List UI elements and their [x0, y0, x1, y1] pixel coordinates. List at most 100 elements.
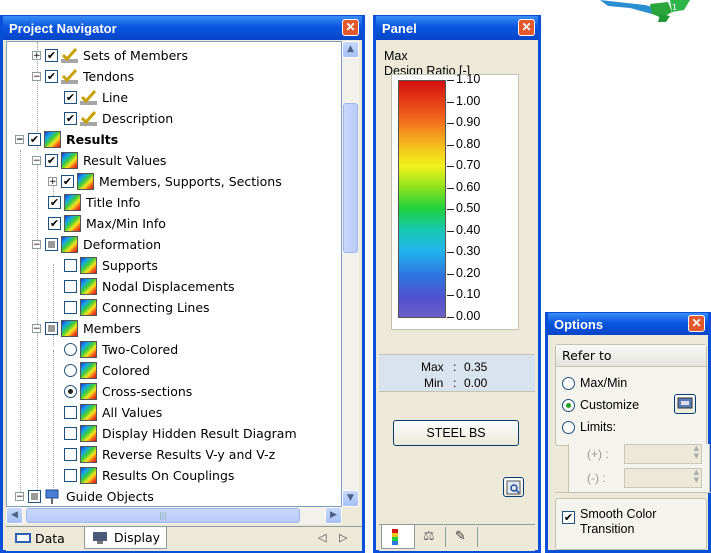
checkbox-partial[interactable]	[28, 490, 41, 503]
tree-item-two-colored[interactable]: Two-Colored	[64, 339, 178, 360]
tree-item-description[interactable]: ✔ Description	[64, 108, 173, 129]
checkbox[interactable]	[64, 280, 77, 293]
navigator-close-icon[interactable]: ✕	[342, 19, 359, 36]
tree-item-connecting-lines[interactable]: Connecting Lines	[64, 297, 210, 318]
navigator-horizontal-scrollbar[interactable]: ◀ ||| ▶	[6, 507, 342, 524]
checkbox[interactable]: ✔	[45, 154, 58, 167]
checkbox[interactable]	[64, 301, 77, 314]
tree-item-cross-sections[interactable]: Cross-sections	[64, 381, 192, 402]
scale-tick	[447, 317, 454, 318]
limits-area: (+) : ▲ ▼ (-) : ▲ ▼	[568, 444, 710, 492]
results-icon	[80, 341, 97, 358]
collapse-icon[interactable]: −	[15, 492, 24, 502]
radio-button-selected[interactable]	[64, 385, 77, 398]
customize-settings-icon[interactable]	[674, 394, 696, 414]
results-icon	[44, 131, 61, 148]
options-close-icon[interactable]: ✕	[688, 315, 705, 332]
tree-item-results-on-couplings[interactable]: Results On Couplings	[64, 465, 234, 486]
scroll-right-icon[interactable]: ▶	[325, 507, 342, 524]
radio-button[interactable]	[64, 343, 77, 356]
color-scale-bar	[398, 80, 446, 318]
radio-customize[interactable]: Customize	[562, 398, 639, 412]
member-checkmark-icon	[80, 110, 97, 126]
tree-item-deformation[interactable]: − Deformation	[32, 234, 161, 255]
checkbox[interactable]	[64, 469, 77, 482]
scroll-down-icon[interactable]: ▼	[342, 490, 359, 507]
scale-label: 0.80	[456, 136, 481, 151]
scroll-up-icon[interactable]: ▲	[342, 41, 359, 58]
collapse-icon[interactable]: −	[32, 240, 41, 250]
collapse-icon[interactable]: −	[32, 324, 41, 334]
expand-icon[interactable]: +	[32, 51, 41, 61]
scale-label: 0.40	[456, 222, 481, 237]
radio-maxmin[interactable]: Max/Min	[562, 376, 627, 390]
smooth-color-checkbox[interactable]: ✔	[562, 511, 575, 524]
checkbox[interactable]: ✔	[48, 217, 61, 230]
refer-to-header: Refer to	[556, 345, 706, 367]
tree-item-reverse-results[interactable]: Reverse Results V-y and V-z	[64, 444, 275, 465]
tree-item-members[interactable]: − Members	[32, 318, 141, 339]
scroll-left-icon[interactable]: ◀	[6, 507, 23, 524]
checkbox-partial[interactable]	[45, 322, 58, 335]
checkbox[interactable]	[64, 259, 77, 272]
tree-item-guide-objects[interactable]: − Guide Objects	[15, 486, 154, 506]
results-icon	[80, 446, 97, 463]
checkbox[interactable]: ✔	[45, 49, 58, 62]
checkbox[interactable]: ✔	[48, 196, 61, 209]
checkbox[interactable]	[64, 406, 77, 419]
scale-label: 1.00	[456, 93, 481, 108]
tree-item-nodal-displacements[interactable]: Nodal Displacements	[64, 276, 234, 297]
tree-item-colored[interactable]: Colored	[64, 360, 150, 381]
limit-plus-spinner[interactable]: ▲ ▼	[624, 444, 702, 464]
checkbox[interactable]: ✔	[61, 175, 74, 188]
expand-icon[interactable]: +	[48, 177, 57, 187]
options-titlebar[interactable]: Options ✕	[548, 313, 708, 335]
navigator-titlebar[interactable]: Project Navigator ✕	[3, 16, 362, 40]
limit-minus-spinner[interactable]: ▲ ▼	[624, 468, 702, 488]
checkbox[interactable]: ✔	[45, 70, 58, 83]
tree-item-result-values[interactable]: − ✔ Result Values	[32, 150, 166, 171]
tree-item-results[interactable]: − ✔ Results	[15, 129, 118, 150]
panel-close-icon[interactable]: ✕	[518, 19, 535, 36]
tree-item-all-values[interactable]: All Values	[64, 402, 162, 423]
radio-button-selected[interactable]	[562, 398, 575, 412]
results-icon	[77, 173, 94, 190]
panel-tab-balance-icon[interactable]: ⚖	[423, 529, 435, 544]
checkbox[interactable]	[64, 427, 77, 440]
tree-item-members-supports-sections[interactable]: + ✔ Members, Supports, Sections	[48, 171, 282, 192]
checkbox[interactable]	[64, 448, 77, 461]
tree-item-maxmin-info[interactable]: ✔ Max/Min Info	[48, 213, 166, 234]
collapse-icon[interactable]: −	[15, 135, 24, 145]
tree-item-display-hidden-result-diagram[interactable]: Display Hidden Result Diagram	[64, 423, 297, 444]
collapse-icon[interactable]: −	[32, 72, 41, 82]
tab-left-arrow-icon[interactable]: ◁	[318, 531, 326, 544]
steel-bs-button[interactable]: STEEL BS	[393, 420, 519, 446]
tab-display[interactable]: Display	[84, 527, 168, 549]
panel-tab-pen-icon[interactable]: ✎	[455, 529, 466, 544]
tree-item-supports[interactable]: Supports	[64, 255, 158, 276]
smooth-color-label[interactable]: Smooth Color Transition	[580, 507, 656, 537]
radio-limits[interactable]: Limits:	[562, 420, 616, 434]
checkbox[interactable]: ✔	[64, 112, 77, 125]
radio-button[interactable]	[562, 376, 575, 390]
scroll-thumb[interactable]	[343, 103, 358, 253]
zoom-icon[interactable]	[503, 477, 524, 497]
panel-titlebar[interactable]: Panel ✕	[376, 16, 538, 40]
checkbox[interactable]: ✔	[28, 133, 41, 146]
collapse-icon[interactable]: −	[32, 156, 41, 166]
scale-tick	[447, 144, 454, 146]
tree-item-title-info[interactable]: ✔ Title Info	[48, 192, 140, 213]
checkbox-partial[interactable]	[45, 238, 58, 251]
scroll-thumb[interactable]: |||	[26, 508, 300, 523]
tree-item-sets-of-members[interactable]: + ✔ Sets of Members	[32, 45, 188, 66]
panel-tab-colorscale-icon[interactable]	[381, 525, 415, 549]
color-scale: 1.10 1.00 0.90 0.80 0.70 0.60 0.50 0.40 0.30 0.20…	[391, 72, 519, 330]
radio-button[interactable]	[64, 364, 77, 377]
checkbox[interactable]: ✔	[64, 91, 77, 104]
navigator-vertical-scrollbar[interactable]: ▲ ▼	[342, 41, 359, 507]
tree-item-line[interactable]: ✔ Line	[64, 87, 128, 108]
tree-item-tendons[interactable]: − ✔ Tendons	[32, 66, 134, 87]
radio-button[interactable]	[562, 420, 575, 434]
tab-right-arrow-icon[interactable]: ▷	[339, 531, 347, 544]
tab-data[interactable]: Data	[8, 527, 71, 549]
